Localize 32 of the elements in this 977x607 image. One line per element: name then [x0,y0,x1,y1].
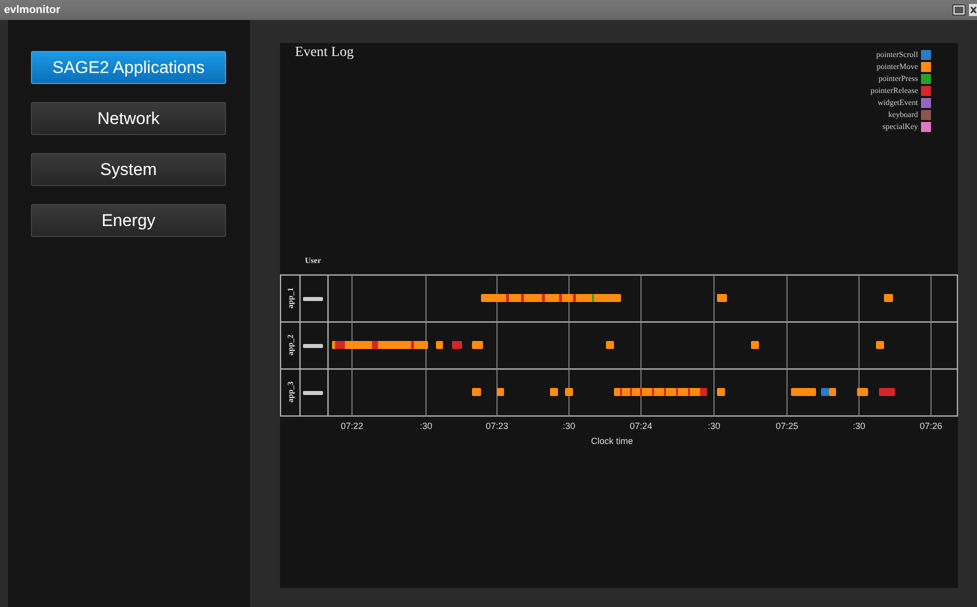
axis-tick-label: 07:24 [630,421,652,431]
legend-label: pointerMove [876,62,918,71]
user-bar [303,344,323,348]
legend-label: pointerRelease [870,86,918,95]
column-header: User [305,256,321,265]
window-title: evlmonitor [4,4,62,16]
row-label: app_2 [286,334,295,356]
legend-label: specialKey [882,122,918,131]
sidebar-button[interactable]: Energy [31,204,226,237]
sidebar-button[interactable]: Network [31,102,226,135]
row-label: app_3 [286,382,295,402]
axis-tick-label: :30 [420,421,432,431]
legend-label: widgetEvent [878,98,918,107]
sidebar-button[interactable]: System [31,153,226,186]
axis-tick-label: 07:23 [486,421,508,431]
close-icon[interactable] [969,4,977,16]
user-bar [303,297,323,301]
axis-tick-label: 07:26 [920,421,942,431]
axis-tick-label: 07:25 [776,421,798,431]
row-label: app_1 [286,288,295,308]
axis-tick-label: :30 [708,421,720,431]
panel-title: Event Log [295,45,354,61]
axis-title: Clock time [591,436,633,446]
axis-tick-label: 07:22 [340,421,364,431]
legend-label: pointerPress [878,74,918,83]
maximize-icon[interactable] [952,4,966,16]
legend-label: pointerScroll [876,50,918,59]
legend-label: keyboard [888,110,918,119]
axis-tick-label: :30 [852,421,866,431]
axis-tick-label: :30 [562,421,576,431]
sidebar-button[interactable]: SAGE2 Applications [31,51,226,84]
user-bar [303,391,323,395]
